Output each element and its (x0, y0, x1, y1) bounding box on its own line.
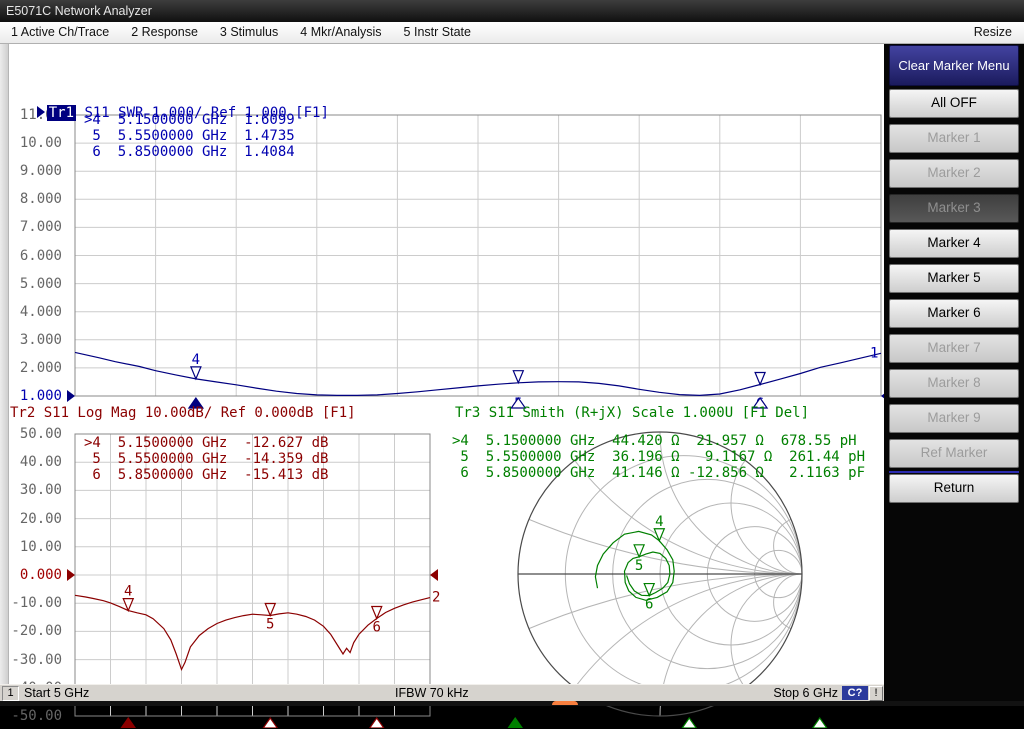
softkey-marker-3[interactable]: Marker 3 (889, 194, 1019, 223)
tr3-header[interactable]: Tr3 S11 Smith (R+jX) Scale 1.000U [F1 De… (455, 405, 809, 421)
softkey-sidebar: Clear Marker Menu All OFF Marker 1 Marker … (884, 44, 1024, 706)
svg-text:6: 6 (645, 597, 653, 613)
marker-table-row: 6 5.8500000 GHz -15.413 dB (84, 467, 328, 483)
y-tick-label: 1.000 (0, 388, 62, 404)
marker-table-row: >4 5.1500000 GHz 1.6099 (84, 112, 295, 128)
softkey-marker-6[interactable]: Marker 6 (889, 299, 1019, 328)
softkey-marker-2[interactable]: Marker 2 (889, 159, 1019, 188)
marker-table-row: 6 5.8500000 GHz 41.146 Ω -12.856 Ω 2.116… (452, 465, 865, 481)
active-trace-icon (37, 106, 45, 118)
menu-item-1[interactable]: 1 Active Ch/Trace (0, 22, 120, 44)
svg-text:6: 6 (373, 619, 381, 635)
svg-text:1: 1 (870, 345, 878, 361)
y-tick-label: 3.000 (0, 332, 62, 348)
instrument-display: 4561 11.0010.009.0008.0007.0006.0005.000… (0, 44, 884, 684)
marker-table-row: >4 5.1500000 GHz -12.627 dB (84, 435, 328, 451)
y-tick-label: 40.00 (0, 454, 62, 470)
resize-button[interactable]: Resize (964, 22, 1024, 39)
taskbar-peek (552, 701, 578, 705)
start-frequency: Start 5 GHz (24, 686, 89, 700)
svg-text:4: 4 (655, 514, 663, 530)
y-tick-label: 30.00 (0, 482, 62, 498)
stop-frequency: Stop 6 GHz (773, 686, 838, 700)
menu-item-5[interactable]: 5 Instr State (393, 22, 482, 44)
tr3-marker-readout: >4 5.1500000 GHz 44.420 Ω 21.957 Ω 678.5… (452, 433, 865, 481)
ifbw-readout: IFBW 70 kHz (395, 686, 469, 700)
y-tick-label: -20.00 (0, 623, 62, 639)
svg-text:2: 2 (432, 590, 440, 606)
softkey-all-off[interactable]: All OFF (889, 89, 1019, 118)
softkey-marker-7[interactable]: Marker 7 (889, 334, 1019, 363)
menu-bar: Resize 1 Active Ch/Trace2 Response3 Stim… (0, 22, 1024, 44)
softkey-menu-title: Clear Marker Menu (889, 45, 1019, 86)
y-tick-label: 6.000 (0, 248, 62, 264)
status-bar: 1 Start 5 GHz IFBW 70 kHz Stop 6 GHz C? … (0, 684, 884, 701)
y-tick-label: 20.00 (0, 511, 62, 527)
menu-item-3[interactable]: 3 Stimulus (209, 22, 289, 44)
svg-text:4: 4 (124, 584, 132, 600)
menu-item-4[interactable]: 4 Mkr/Analysis (289, 22, 392, 44)
softkey-separator (889, 471, 1019, 473)
y-tick-label: 4.000 (0, 304, 62, 320)
tr1-marker-readout: >4 5.1500000 GHz 1.6099 5 5.5500000 GHz … (84, 112, 295, 160)
tr1-chip: Tr1 (47, 105, 76, 121)
y-tick-label: 10.00 (0, 539, 62, 555)
y-tick-label: -50.00 (0, 708, 62, 724)
softkey-marker-8[interactable]: Marker 8 (889, 369, 1019, 398)
softkey-marker-5[interactable]: Marker 5 (889, 264, 1019, 293)
softkey-ref-marker[interactable]: Ref Marker (889, 439, 1019, 468)
window-titlebar[interactable]: E5071C Network Analyzer (0, 0, 1024, 22)
tr1-y-axis: 11.0010.009.0008.0007.0006.0005.0004.000… (0, 110, 62, 410)
y-tick-label: -30.00 (0, 652, 62, 668)
alert-indicator: ! (869, 686, 883, 701)
tr2-marker-readout: >4 5.1500000 GHz -12.627 dB 5 5.5500000 … (84, 435, 328, 483)
marker-table-row: >4 5.1500000 GHz 44.420 Ω 21.957 Ω 678.5… (452, 433, 865, 449)
y-tick-label: 8.000 (0, 191, 62, 207)
marker-table-row: 5 5.5500000 GHz -14.359 dB (84, 451, 328, 467)
correction-badge: C? (842, 686, 868, 700)
channel-indicator: 1 (2, 686, 19, 701)
softkey-return[interactable]: Return (889, 474, 1019, 503)
marker-table-row: 5 5.5500000 GHz 1.4735 (84, 128, 295, 144)
marker-table-row: 6 5.8500000 GHz 1.4084 (84, 144, 295, 160)
y-tick-label: 50.00 (0, 426, 62, 442)
svg-text:5: 5 (635, 558, 643, 574)
marker-table-row: 5 5.5500000 GHz 36.196 Ω 9.1167 Ω 261.44… (452, 449, 865, 465)
svg-text:5: 5 (266, 616, 274, 632)
softkey-marker-4[interactable]: Marker 4 (889, 229, 1019, 258)
softkey-marker-9[interactable]: Marker 9 (889, 404, 1019, 433)
y-tick-label: 2.000 (0, 360, 62, 376)
tr1-header[interactable]: Tr1 S11 SWR 1.000/ Ref 1.000 [F1] (3, 89, 329, 105)
menu-item-2[interactable]: 2 Response (120, 22, 209, 44)
window-bottom-edge (0, 701, 1024, 706)
y-tick-label: 5.000 (0, 276, 62, 292)
window-title: E5071C Network Analyzer (6, 4, 152, 18)
y-tick-label: 10.00 (0, 135, 62, 151)
softkey-marker-1[interactable]: Marker 1 (889, 124, 1019, 153)
tr2-header[interactable]: Tr2 S11 Log Mag 10.00dB/ Ref 0.000dB [F1… (10, 405, 356, 421)
y-tick-label: 7.000 (0, 219, 62, 235)
y-tick-label: -10.00 (0, 595, 62, 611)
y-tick-label: 9.000 (0, 163, 62, 179)
y-tick-label: 0.000 (0, 567, 62, 583)
svg-text:4: 4 (192, 352, 200, 368)
